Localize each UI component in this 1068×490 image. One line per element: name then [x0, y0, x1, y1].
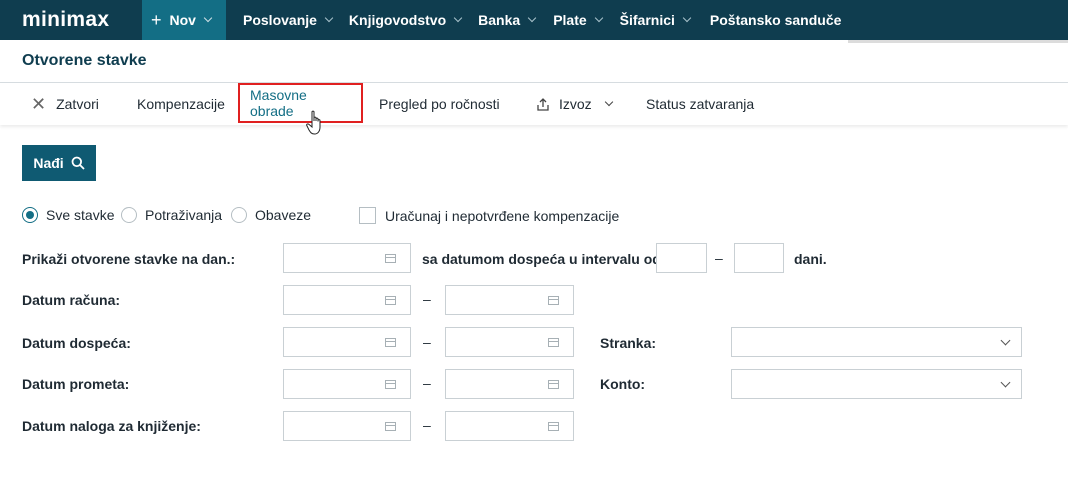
compensation-label: Kompenzacije: [137, 96, 225, 112]
nav-item-poslovanje[interactable]: Poslovanje: [243, 0, 334, 40]
show-on-date-label: Prikaži otvorene stavke na dan.:: [22, 251, 236, 267]
turnover-date-from-input[interactable]: [283, 369, 411, 399]
mass-processing-button[interactable]: Masovne obrade: [238, 83, 363, 123]
chevron-down-icon: [324, 13, 334, 22]
calendar-icon: [385, 338, 396, 347]
calendar-icon: [548, 338, 559, 347]
radio-label: Obaveze: [255, 207, 312, 223]
new-menu-label: Nov: [169, 12, 196, 28]
nav-item-label: Knjigovodstvo: [348, 12, 447, 28]
range-dash: –: [715, 250, 723, 266]
nav-item-knjigovodstvo[interactable]: Knjigovodstvo: [348, 0, 463, 40]
new-menu-button[interactable]: + Nov: [142, 0, 226, 40]
logo[interactable]: minimax: [0, 0, 142, 40]
chevron-down-icon: [594, 13, 603, 22]
posting-date-to-input[interactable]: [445, 411, 574, 441]
calendar-icon: [548, 422, 559, 431]
range-dash: –: [423, 334, 431, 350]
nav-item-label: Plate: [553, 12, 587, 28]
radio-icon: [231, 207, 247, 223]
radio-label: Potraživanja: [145, 207, 223, 223]
due-date-from-input[interactable]: [283, 327, 411, 357]
nav-item-label: Šifarnici: [619, 12, 675, 28]
nav-item-banka[interactable]: Banka: [478, 0, 537, 40]
radio-icon: [121, 207, 137, 223]
range-dash: –: [423, 417, 431, 433]
invoice-date-from-input[interactable]: [283, 285, 411, 315]
compensation-button[interactable]: Kompenzacije: [137, 83, 225, 125]
nav-item-label: Poslovanje: [243, 12, 317, 28]
export-button[interactable]: Izvoz: [537, 83, 613, 125]
calendar-icon: [385, 380, 396, 389]
chevron-down-icon: [1000, 335, 1011, 346]
chevron-down-icon: [203, 13, 213, 22]
chevron-down-icon: [1000, 377, 1011, 388]
range-dash: –: [423, 375, 431, 391]
radio-label: Sve stavke: [46, 207, 115, 223]
calendar-icon: [385, 422, 396, 431]
radio-selected-icon: [22, 207, 38, 223]
close-label: Zatvori: [56, 96, 99, 112]
calendar-icon: [385, 254, 396, 263]
maturity-overview-label: Pregled po ročnosti: [379, 96, 500, 112]
calendar-icon: [548, 380, 559, 389]
page-title: Otvorene stavke: [22, 52, 147, 69]
interval-from-input[interactable]: [656, 243, 707, 273]
export-label: Izvoz: [559, 96, 592, 112]
upload-icon: [537, 97, 549, 111]
maturity-overview-button[interactable]: Pregled po ročnosti: [379, 83, 500, 125]
chevron-down-icon: [604, 97, 613, 106]
top-navigation: minimax + Nov Poslovanje Knjigovodstvo B…: [0, 0, 1068, 40]
interval-to-input[interactable]: [734, 243, 784, 273]
include-unconfirmed-checkbox[interactable]: Uračunaj i nepotvrđene kompenzacije: [359, 207, 619, 224]
due-date-to-input[interactable]: [445, 327, 574, 357]
nav-item-postansko-sanduce[interactable]: Poštansko sanduče: [710, 0, 842, 40]
close-button[interactable]: ✕ Zatvori: [31, 83, 99, 125]
partner-select[interactable]: [731, 327, 1022, 357]
nav-dropdown-shadow: [848, 40, 1068, 43]
checkbox-icon: [359, 207, 376, 224]
nav-item-plate[interactable]: Plate: [553, 0, 603, 40]
partner-label: Stranka:: [600, 335, 657, 351]
invoice-date-to-input[interactable]: [445, 285, 574, 315]
account-select[interactable]: [731, 369, 1022, 399]
chevron-down-icon: [682, 13, 692, 22]
search-icon: [71, 156, 85, 170]
calendar-icon: [385, 296, 396, 305]
search-button[interactable]: Nađi: [22, 145, 96, 181]
posting-date-from-input[interactable]: [283, 411, 411, 441]
hand-cursor-icon: [306, 110, 326, 139]
turnover-date-label: Datum prometa:: [22, 376, 130, 392]
calendar-icon: [548, 296, 559, 305]
days-label: dani.: [794, 251, 827, 267]
search-button-label: Nađi: [33, 155, 64, 171]
nav-item-label: Poštansko sanduče: [709, 12, 842, 28]
nav-item-sifarnici[interactable]: Šifarnici: [619, 0, 692, 40]
posting-date-label: Datum naloga za knjiženje:: [22, 418, 201, 434]
range-dash: –: [423, 291, 431, 307]
due-interval-label: sa datumom dospeća u intervalu od: [422, 251, 661, 267]
radio-liabilities[interactable]: Obaveze: [231, 207, 311, 223]
account-label: Konto:: [600, 376, 646, 392]
close-icon: ✕: [31, 93, 47, 114]
due-date-label: Datum dospeća:: [22, 335, 131, 351]
turnover-date-to-input[interactable]: [445, 369, 574, 399]
closing-status-label: Status zatvaranja: [646, 96, 755, 112]
invoice-date-label: Datum računa:: [22, 292, 121, 308]
chevron-down-icon: [453, 13, 463, 22]
toolbar: ✕ Zatvori Kompenzacije Masovne obrade Pr…: [0, 83, 1068, 125]
show-on-date-input[interactable]: [283, 243, 411, 273]
plus-icon: +: [151, 10, 162, 30]
mass-processing-label: Masovne obrade: [250, 87, 307, 119]
nav-item-label: Banka: [478, 12, 521, 28]
closing-status-button[interactable]: Status zatvaranja: [646, 83, 754, 125]
radio-all-items[interactable]: Sve stavke: [22, 207, 114, 223]
chevron-down-icon: [527, 13, 537, 22]
checkbox-label: Uračunaj i nepotvrđene kompenzacije: [385, 207, 620, 224]
radio-receivables[interactable]: Potraživanja: [121, 207, 222, 223]
